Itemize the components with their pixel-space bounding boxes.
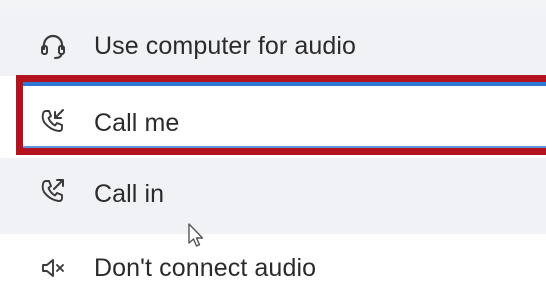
phone-outgoing-icon xyxy=(38,176,68,206)
menu-item-use-computer-audio[interactable]: Use computer for audio xyxy=(0,14,546,76)
phone-incoming-icon xyxy=(38,106,68,136)
speaker-muted-icon xyxy=(38,253,68,283)
menu-item-call-in[interactable]: Call in xyxy=(0,158,546,234)
menu-item-dont-connect-audio[interactable]: Don't connect audio xyxy=(0,234,546,286)
selection-accent-bottom xyxy=(21,146,546,148)
headset-icon xyxy=(38,31,68,61)
menu-item-label: Don't connect audio xyxy=(94,254,317,282)
selection-accent-top xyxy=(21,82,546,86)
menu-item-label: Call in xyxy=(94,180,165,208)
menu-item-label: Call me xyxy=(94,109,180,137)
audio-options-menu: Use computer for audio Call me Call in D… xyxy=(0,0,546,286)
menu-item-label: Use computer for audio xyxy=(94,32,357,60)
mouse-pointer-icon xyxy=(186,222,208,250)
